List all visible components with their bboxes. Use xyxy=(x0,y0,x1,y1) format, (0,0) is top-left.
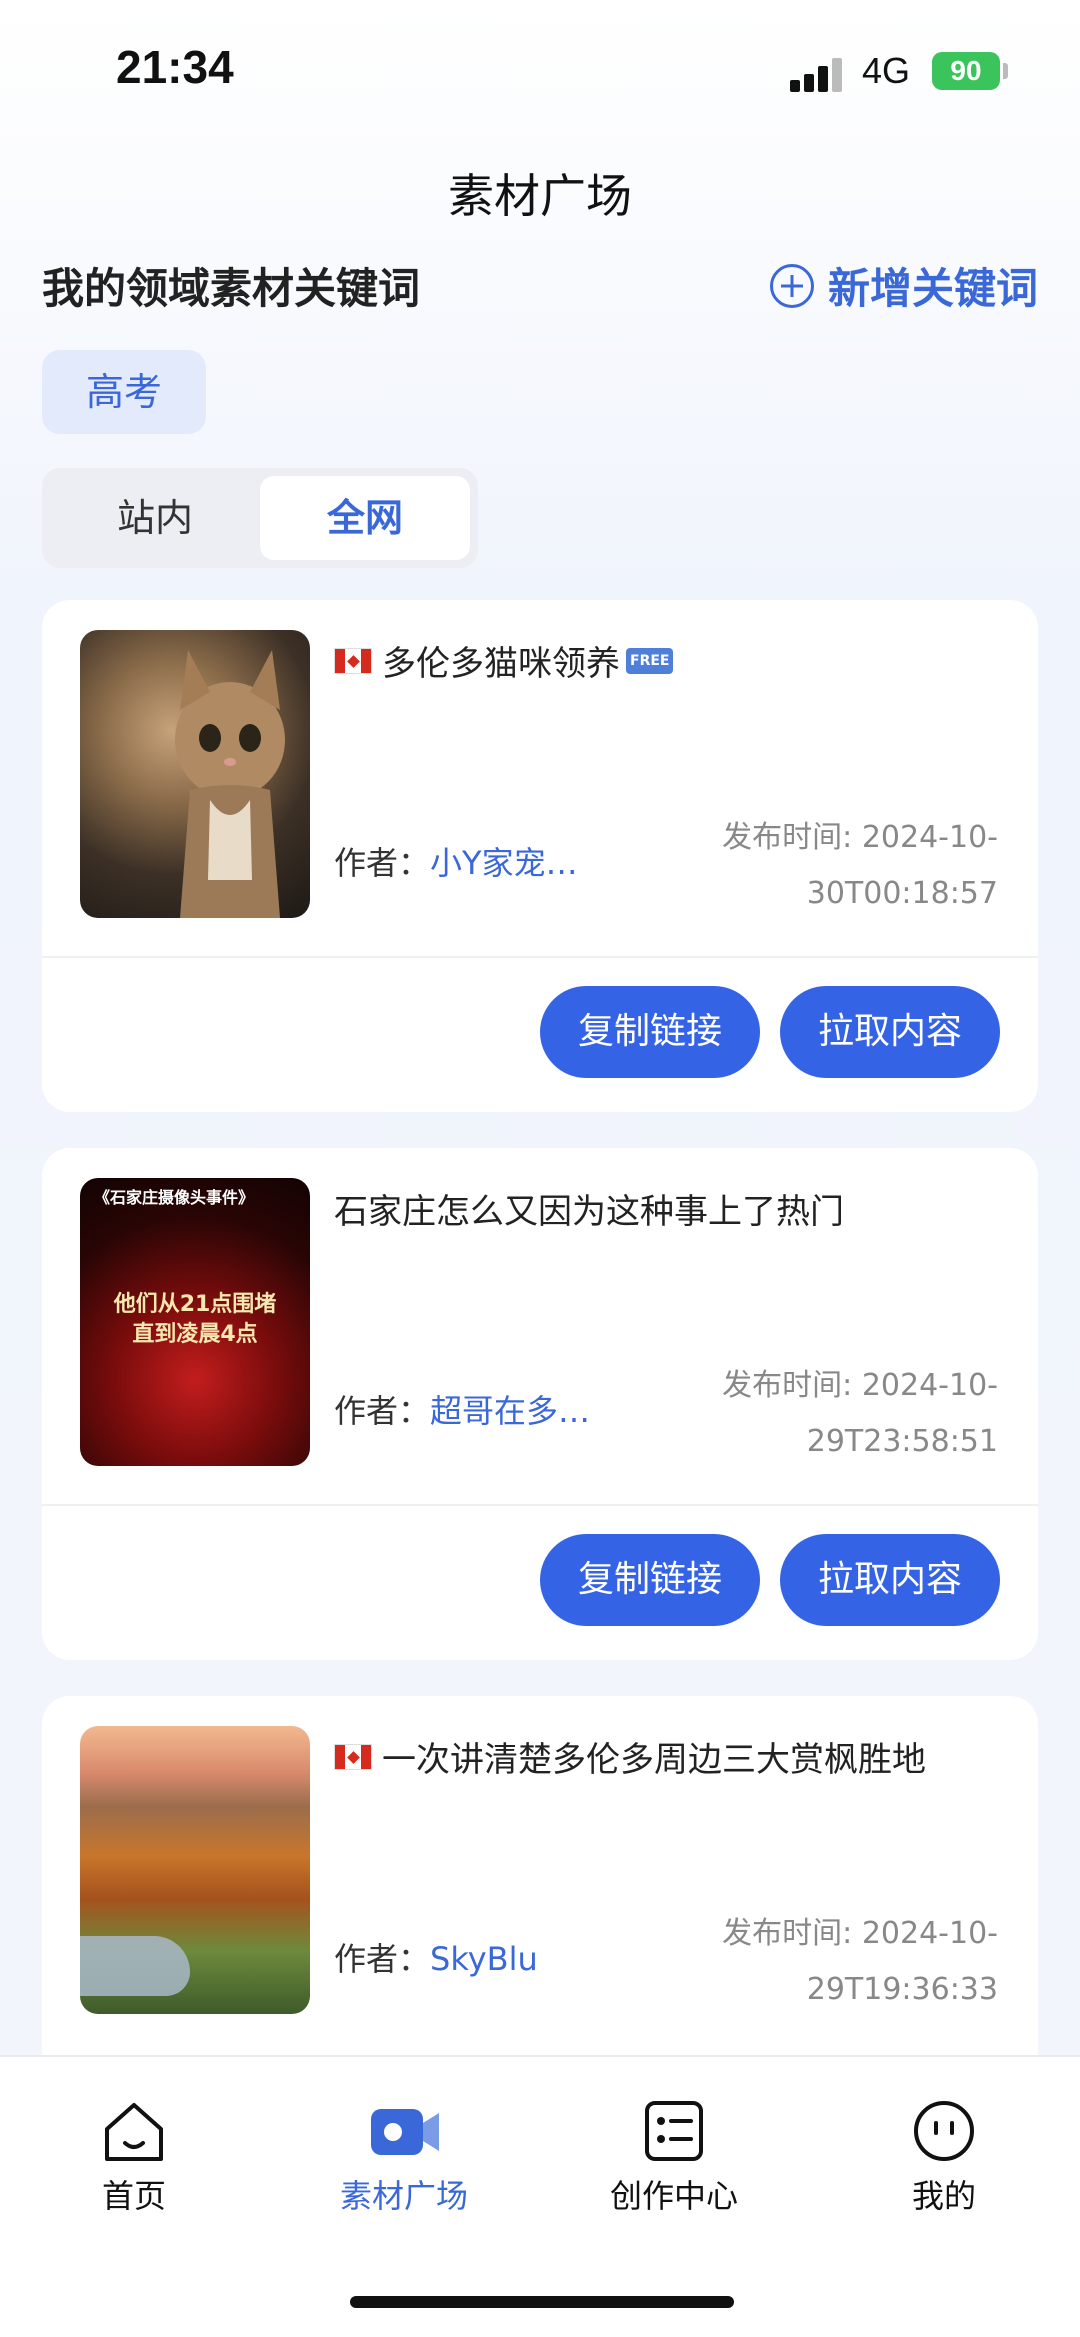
publish-time-value: 30T00:18:57 xyxy=(806,876,998,911)
canada-flag-icon xyxy=(334,1743,372,1770)
page-title: 素材广场 xyxy=(448,169,632,223)
card-author: 作者：小Y家宠… xyxy=(334,838,578,884)
plus-circle-icon xyxy=(769,263,814,308)
tab-label: 首页 xyxy=(101,2177,166,2215)
cat-thumbnail-image[interactable] xyxy=(80,630,310,918)
home-indicator[interactable] xyxy=(350,2296,734,2308)
card-author: 作者：SkyBlu xyxy=(334,1934,538,1980)
add-keyword-button[interactable]: 新增关键词 xyxy=(769,255,1038,316)
tab-label: 创作中心 xyxy=(609,2177,738,2215)
camera-icon xyxy=(369,2099,439,2163)
card-title[interactable]: 一次讲清楚多伦多周边三大赏枫胜地 xyxy=(334,1732,994,1781)
author-name[interactable]: SkyBlu xyxy=(430,1940,538,1978)
author-label: 作者： xyxy=(334,1940,431,1978)
publish-time: 发布时间: 2024-10- 30T00:18:57 xyxy=(678,810,998,922)
bottom-tab-bar: 首页 素材广场 创作中心 我的 xyxy=(0,2055,1080,2337)
thumbnail-caption-line: 他们从21点围堵 xyxy=(113,1292,277,1317)
tab-home[interactable]: 首页 xyxy=(34,2099,234,2217)
checklist-icon xyxy=(639,2099,709,2163)
canada-flag-icon xyxy=(334,647,372,674)
card-author: 作者：超哥在多… xyxy=(334,1386,590,1432)
battery-level: 90 xyxy=(950,55,982,86)
tab-label: 我的 xyxy=(911,2177,976,2215)
lake-shape xyxy=(80,1936,190,1996)
add-keyword-label: 新增关键词 xyxy=(827,264,1038,313)
author-label: 作者： xyxy=(334,1392,431,1430)
battery-tip xyxy=(1003,63,1008,79)
thumbnail-caption: 他们从21点围堵 直到凌晨4点 xyxy=(80,1290,310,1350)
scope-tab-web[interactable]: 全网 xyxy=(260,476,470,560)
card-title-text: 一次讲清楚多伦多周边三大赏枫胜地 xyxy=(382,1740,926,1780)
profile-face-icon xyxy=(909,2099,979,2163)
material-card: 多伦多猫咪领养 FREE 作者：小Y家宠… 发布时间: 2024-10- 30T… xyxy=(42,600,1038,1112)
publish-time: 发布时间: 2024-10- 29T19:36:33 xyxy=(678,1906,998,2018)
pull-content-button[interactable]: 拉取内容 xyxy=(780,1534,1000,1626)
card-divider xyxy=(42,956,1038,958)
copy-link-button[interactable]: 复制链接 xyxy=(540,986,760,1078)
pull-content-button[interactable]: 拉取内容 xyxy=(780,986,1000,1078)
author-name[interactable]: 超哥在多… xyxy=(430,1392,590,1430)
publish-time-label: 发布时间: 2024-10- xyxy=(722,1368,998,1403)
network-type: 4G xyxy=(862,50,911,91)
home-icon xyxy=(99,2099,169,2163)
tab-label: 素材广场 xyxy=(339,2177,468,2215)
status-bar: 21:34 4G 90 xyxy=(0,0,1080,130)
keyword-chip[interactable]: 高考 xyxy=(42,350,206,434)
card-title[interactable]: 石家庄怎么又因为这种事上了热门 xyxy=(334,1184,994,1233)
copy-link-button[interactable]: 复制链接 xyxy=(540,1534,760,1626)
publish-time-value: 29T23:58:51 xyxy=(806,1424,998,1459)
tab-creation-center[interactable]: 创作中心 xyxy=(574,2099,774,2217)
signal-strength-icon xyxy=(790,56,846,92)
scope-tab-site[interactable]: 站内 xyxy=(50,476,260,560)
card-divider xyxy=(42,1504,1038,1506)
publish-time-label: 发布时间: 2024-10- xyxy=(722,820,998,855)
page: 21:34 4G 90 素材广场 我的领域素材关键词 新增关键词 高考 站内 全… xyxy=(0,0,1080,2337)
card-title-text: 多伦多猫咪领养 xyxy=(382,644,620,684)
publish-time-value: 29T19:36:33 xyxy=(806,1972,998,2007)
thumbnail-top-text: 《石家庄摄像头事件》 xyxy=(94,1188,255,1207)
publish-time: 发布时间: 2024-10- 29T23:58:51 xyxy=(678,1358,998,1470)
autumn-landscape-thumbnail-image[interactable] xyxy=(80,1726,310,2014)
cat-illustration xyxy=(175,650,285,918)
author-label: 作者： xyxy=(334,844,431,882)
thumbnail-caption-line: 直到凌晨4点 xyxy=(132,1322,258,1347)
free-badge: FREE xyxy=(626,647,674,674)
battery-icon: 90 xyxy=(932,52,1000,90)
tab-material-square[interactable]: 素材广场 xyxy=(304,2099,504,2217)
card-title[interactable]: 多伦多猫咪领养 FREE xyxy=(334,636,994,685)
keywords-section-header: 我的领域素材关键词 新增关键词 xyxy=(42,255,1042,315)
keywords-section-title: 我的领域素材关键词 xyxy=(42,264,421,313)
status-time: 21:34 xyxy=(116,41,234,93)
scope-toggle: 站内 全网 xyxy=(42,468,478,568)
tab-profile[interactable]: 我的 xyxy=(844,2099,1044,2217)
card-title-text: 石家庄怎么又因为这种事上了热门 xyxy=(334,1192,844,1232)
publish-time-label: 发布时间: 2024-10- xyxy=(722,1916,998,1951)
material-card: 《石家庄摄像头事件》 他们从21点围堵 直到凌晨4点 石家庄怎么又因为这种事上了… xyxy=(42,1148,1038,1660)
author-name[interactable]: 小Y家宠… xyxy=(430,844,578,882)
video-thumbnail-image[interactable]: 《石家庄摄像头事件》 他们从21点围堵 直到凌晨4点 xyxy=(80,1178,310,1466)
